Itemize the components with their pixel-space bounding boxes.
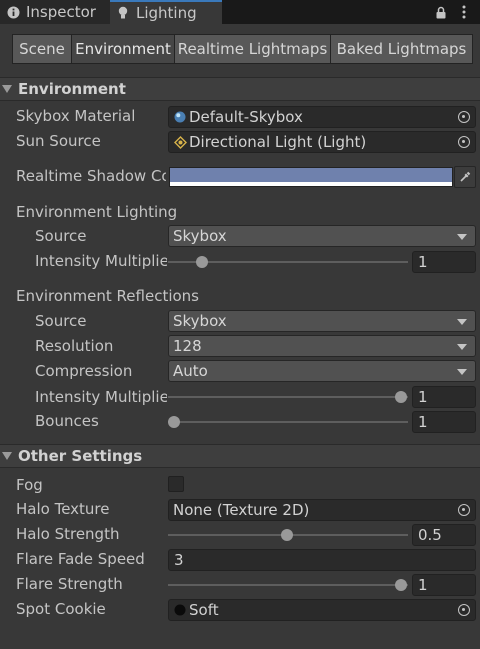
lighting-source-label: Source (35, 227, 87, 245)
resolution-label: Resolution (35, 337, 114, 355)
lock-icon[interactable] (433, 4, 449, 20)
section-other-settings-title: Other Settings (18, 447, 143, 465)
section-environment-title: Environment (18, 80, 126, 98)
toolbar-baked-lightmaps-button[interactable]: Baked Lightmaps (330, 34, 473, 64)
reflection-source-dropdown[interactable]: Skybox (168, 310, 476, 332)
lighting-intensity-label: Intensity Multiplie (35, 252, 167, 270)
chevron-down-icon (457, 344, 467, 350)
resolution-dropdown[interactable]: 128 (168, 335, 476, 357)
compression-label: Compression (35, 362, 133, 380)
chevron-down-icon (457, 234, 467, 240)
collapse-arrow-icon (2, 452, 12, 460)
skybox-material-field[interactable]: Default-Skybox (168, 106, 476, 128)
object-picker-icon[interactable] (458, 111, 470, 123)
tab-inspector-label: Inspector (26, 3, 96, 21)
skybox-material-label: Skybox Material (16, 107, 136, 125)
tab-inspector[interactable]: Inspector (0, 0, 110, 24)
halo-strength-label: Halo Strength (16, 525, 120, 543)
flare-strength-input[interactable]: 1 (412, 574, 476, 596)
halo-texture-label: Halo Texture (16, 500, 110, 518)
texture-icon (173, 603, 187, 617)
toolbar-environment-button[interactable]: Environment (71, 34, 175, 64)
info-icon (6, 5, 20, 19)
realtime-shadow-color-label: Realtime Shadow Co (16, 167, 166, 185)
tab-lighting-label: Lighting (136, 4, 197, 22)
fog-label: Fog (16, 476, 43, 494)
lighting-intensity-input[interactable]: 1 (412, 251, 476, 273)
flare-strength-label: Flare Strength (16, 575, 123, 593)
sun-source-field[interactable]: Directional Light (Light) (168, 131, 476, 153)
halo-strength-input[interactable]: 0.5 (412, 524, 476, 546)
halo-texture-value: None (Texture 2D) (173, 501, 310, 519)
lighting-mode-toolbar: Scene Environment Realtime Lightmaps Bak… (12, 34, 473, 64)
bounces-slider-thumb[interactable] (168, 416, 180, 428)
bounces-label: Bounces (35, 412, 99, 430)
chevron-down-icon (457, 369, 467, 375)
object-picker-icon[interactable] (458, 136, 470, 148)
reflection-intensity-slider-track[interactable] (168, 396, 408, 398)
toolbar-realtime-lightmaps-button[interactable]: Realtime Lightmaps (174, 34, 331, 64)
compression-value: Auto (173, 362, 208, 380)
window-tab-bar: Inspector Lighting (0, 0, 480, 24)
environment-reflections-header: Environment Reflections (16, 287, 199, 305)
flare-strength-slider-track[interactable] (168, 584, 408, 586)
flare-fade-speed-input[interactable]: 3 (168, 549, 476, 571)
flare-fade-speed-label: Flare Fade Speed (16, 550, 145, 568)
light-icon (173, 135, 187, 149)
realtime-shadow-color-swatch[interactable] (169, 167, 453, 187)
reflection-source-value: Skybox (173, 312, 227, 330)
object-picker-icon[interactable] (458, 604, 470, 616)
tab-lighting[interactable]: Lighting (110, 0, 222, 24)
sun-source-label: Sun Source (16, 132, 101, 150)
bounces-input[interactable]: 1 (412, 411, 476, 433)
eyedropper-icon[interactable] (454, 166, 476, 188)
resolution-value: 128 (173, 337, 202, 355)
reflection-intensity-slider-thumb[interactable] (395, 391, 407, 403)
lighting-intensity-slider-thumb[interactable] (196, 256, 208, 268)
material-sphere-icon (173, 110, 187, 124)
reflection-intensity-input[interactable]: 1 (412, 386, 476, 408)
spot-cookie-field[interactable]: Soft (168, 599, 476, 621)
halo-strength-slider-thumb[interactable] (281, 529, 293, 541)
reflection-source-label: Source (35, 312, 87, 330)
bounces-slider-track[interactable] (168, 421, 408, 423)
spot-cookie-value: Soft (189, 601, 219, 619)
lighting-source-dropdown[interactable]: Skybox (168, 225, 476, 247)
color-swatch-fill (170, 168, 452, 182)
environment-lighting-header: Environment Lighting (16, 203, 178, 221)
flare-strength-slider-thumb[interactable] (395, 579, 407, 591)
lighting-source-value: Skybox (173, 227, 227, 245)
more-menu-icon[interactable] (456, 4, 472, 20)
sun-source-value: Directional Light (Light) (189, 133, 367, 151)
halo-texture-field[interactable]: None (Texture 2D) (168, 499, 476, 521)
light-bulb-icon (116, 6, 130, 20)
collapse-arrow-icon (2, 85, 12, 93)
reflection-intensity-label: Intensity Multiplie (35, 388, 167, 406)
object-picker-icon[interactable] (458, 504, 470, 516)
section-environment[interactable]: Environment (0, 77, 480, 101)
chevron-down-icon (457, 319, 467, 325)
spot-cookie-label: Spot Cookie (16, 600, 106, 618)
skybox-material-value: Default-Skybox (189, 108, 303, 126)
compression-dropdown[interactable]: Auto (168, 360, 476, 382)
section-other-settings[interactable]: Other Settings (0, 444, 480, 468)
fog-checkbox[interactable] (168, 476, 184, 492)
toolbar-scene-button[interactable]: Scene (12, 34, 72, 64)
